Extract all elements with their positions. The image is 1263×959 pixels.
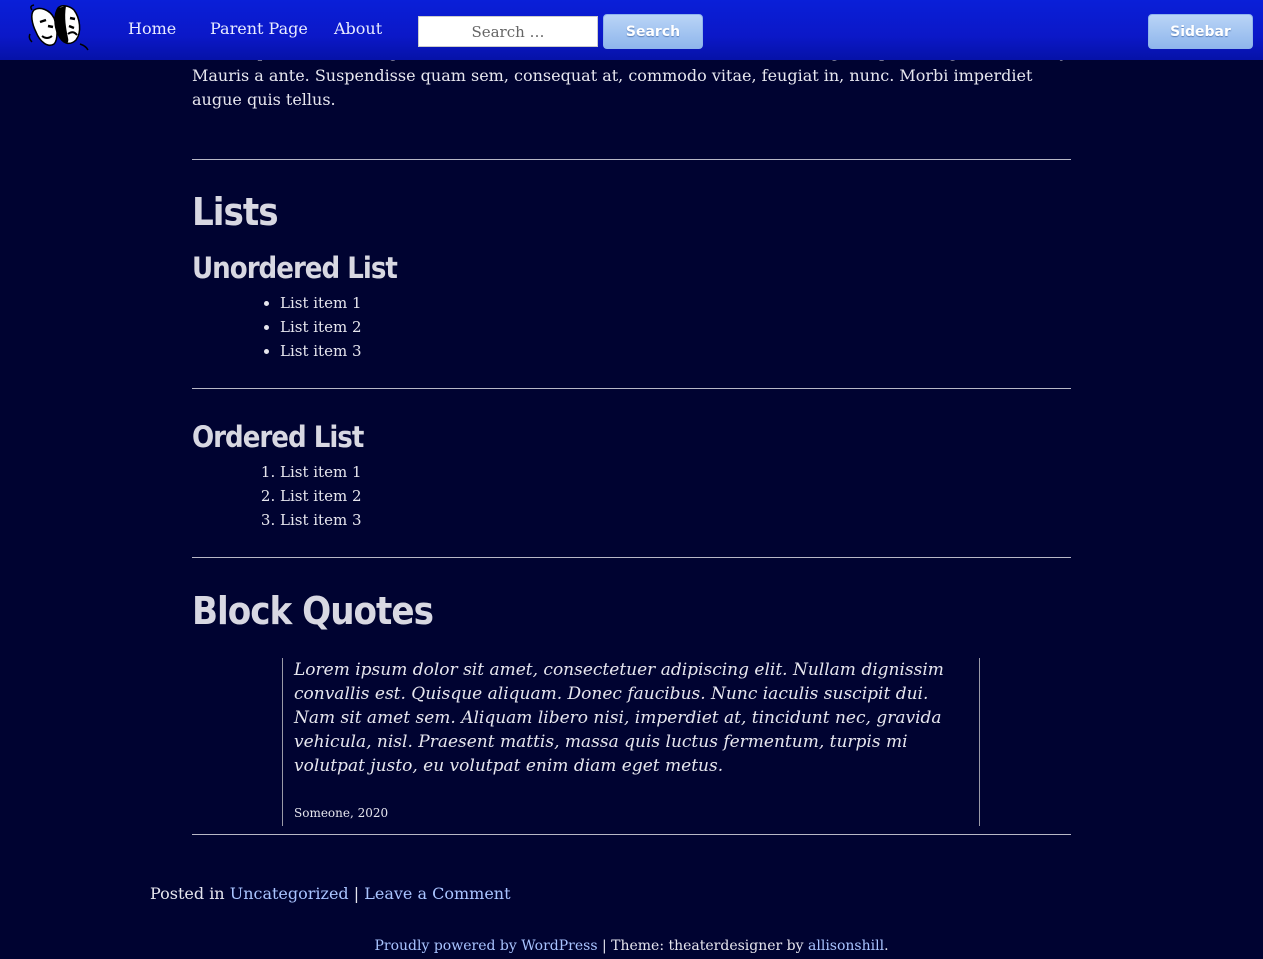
top-navigation-bar: Home Parent Page About Search Sidebar — [0, 0, 1263, 60]
list-item: List item 2 — [280, 315, 362, 339]
site-footer: Proudly powered by WordPress | Theme: th… — [0, 938, 1263, 954]
post-meta: Posted in Uncategorized | Leave a Commen… — [150, 884, 511, 903]
footer-period: . — [884, 938, 889, 954]
quote-citation: Someone, 2020 — [294, 806, 389, 820]
list-item: List item 3 — [280, 339, 362, 363]
nav-home-link[interactable]: Home — [128, 19, 176, 38]
nav-parent-page-link[interactable]: Parent Page — [210, 19, 308, 38]
category-link[interactable]: Uncategorized — [230, 884, 349, 903]
nav-about-link[interactable]: About — [334, 19, 382, 38]
divider — [192, 557, 1071, 558]
divider — [192, 159, 1071, 160]
unordered-list-heading: Unordered List — [192, 251, 398, 285]
wordpress-link[interactable]: Proudly powered by WordPress — [374, 938, 597, 954]
lists-heading: Lists — [192, 190, 279, 234]
posted-in-label: Posted in — [150, 884, 225, 903]
theater-masks-logo-icon[interactable] — [28, 4, 92, 54]
search-button[interactable]: Search — [603, 14, 703, 49]
block-quote: Lorem ipsum dolor sit amet, consectetuer… — [282, 658, 980, 826]
quote-text: Lorem ipsum dolor sit amet, consectetuer… — [294, 660, 944, 776]
search-input[interactable] — [418, 16, 598, 47]
ordered-list-heading: Ordered List — [192, 420, 364, 454]
author-link[interactable]: allisonshill — [808, 938, 884, 954]
ordered-list: List item 1 List item 2 List item 3 — [192, 460, 362, 532]
meta-separator: | — [353, 884, 360, 903]
block-quotes-heading: Block Quotes — [192, 589, 434, 633]
footer-separator: | — [601, 938, 607, 954]
list-item: List item 2 — [280, 484, 362, 508]
leave-comment-link[interactable]: Leave a Comment — [364, 884, 510, 903]
sidebar-toggle-button[interactable]: Sidebar — [1148, 14, 1253, 49]
list-item: List item 1 — [280, 291, 362, 315]
divider — [192, 388, 1071, 389]
unordered-list: List item 1 List item 2 List item 3 — [192, 291, 362, 363]
list-item: List item 3 — [280, 508, 362, 532]
theme-credit: Theme: theaterdesigner by — [611, 938, 804, 954]
divider — [192, 834, 1071, 835]
list-item: List item 1 — [280, 460, 362, 484]
